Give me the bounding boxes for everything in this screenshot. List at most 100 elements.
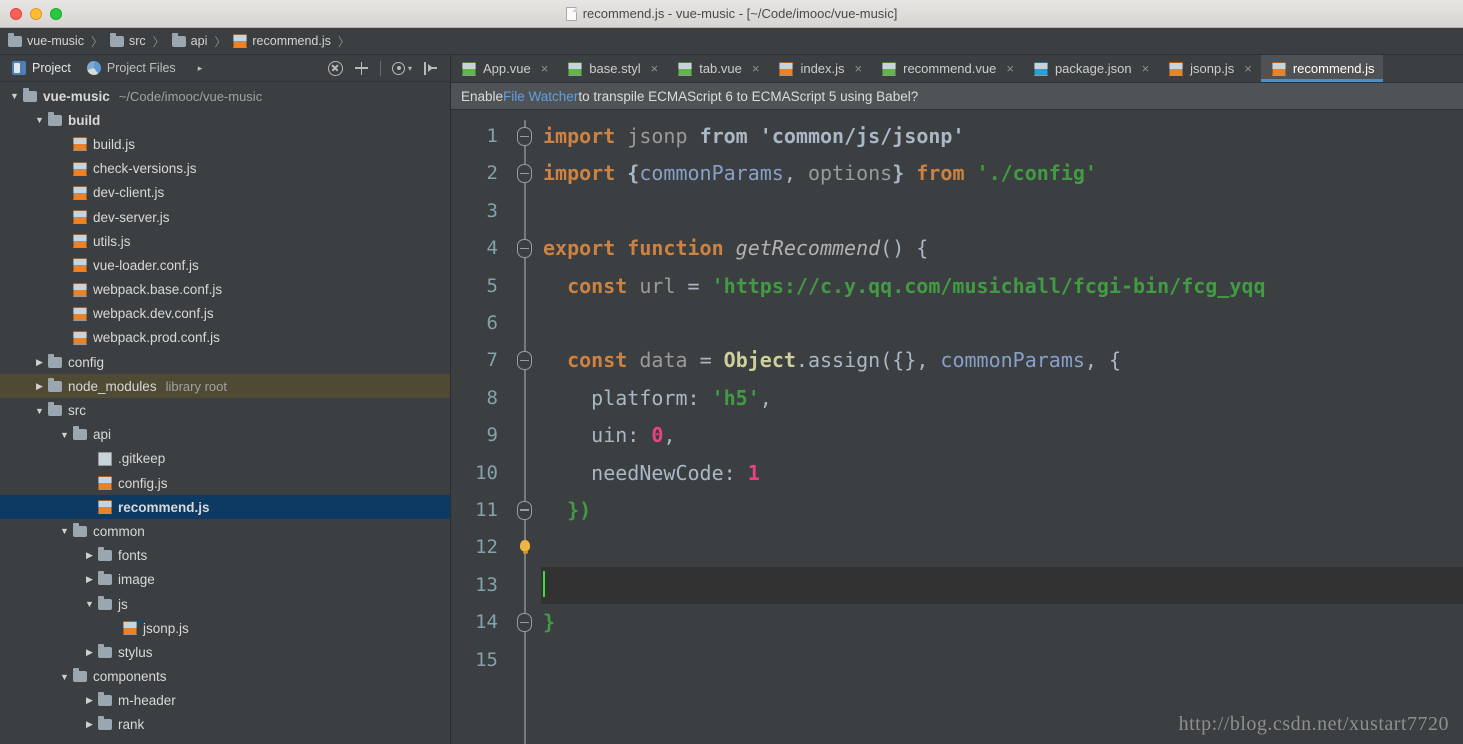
fold-marker-icon[interactable] (517, 613, 532, 633)
tree-row[interactable]: • config.js (0, 471, 450, 495)
close-tab-icon[interactable]: × (651, 61, 659, 76)
tree-row[interactable]: ▶ node_modules library root (0, 374, 450, 399)
twisty-expanded-icon[interactable]: ▼ (33, 406, 46, 416)
code-line[interactable] (541, 566, 1463, 605)
tree-row[interactable]: ▼ components (0, 665, 450, 689)
maximize-window-button[interactable] (50, 7, 62, 20)
minimize-window-button[interactable] (30, 7, 42, 20)
tree-row[interactable]: ▶ stylus (0, 640, 450, 664)
twisty-collapsed-icon[interactable]: ▶ (33, 381, 46, 392)
fold-marker-icon[interactable] (517, 351, 532, 371)
more-tabs-arrow-icon[interactable]: ▸ (188, 63, 213, 74)
tree-row[interactable]: ▼ vue-music ~/Code/imooc/vue-music (0, 84, 450, 108)
twisty-expanded-icon[interactable]: ▼ (33, 115, 46, 125)
tree-row[interactable]: ▼ src (0, 398, 450, 422)
code-editor[interactable]: 1 2 3 4 5 6 7 8 9 10 11 12 13 14 15 import jsonp from … (451, 110, 1463, 744)
breadcrumb-item-src[interactable]: src (109, 32, 146, 48)
tree-row[interactable]: ▼ api (0, 423, 450, 447)
tree-row[interactable]: ▶ image (0, 568, 450, 592)
settings-gear-button[interactable]: ▾ (391, 61, 412, 75)
code-folding-gutter[interactable] (507, 110, 541, 744)
code-line[interactable] (541, 305, 1463, 342)
tree-row[interactable]: ▶ rank (0, 713, 450, 737)
fold-marker-icon[interactable] (517, 164, 532, 184)
code-line[interactable]: import jsonp from 'common/js/jsonp' (541, 118, 1463, 155)
close-tab-icon[interactable]: × (541, 61, 549, 76)
twisty-expanded-icon[interactable]: ▼ (58, 526, 71, 536)
twisty-collapsed-icon[interactable]: ▶ (83, 719, 96, 730)
tree-row[interactable]: • dev-server.js (0, 205, 450, 229)
code-line[interactable] (541, 193, 1463, 230)
tree-row[interactable]: ▶ config (0, 350, 450, 374)
intention-bulb-icon[interactable] (520, 540, 530, 555)
code-line[interactable]: uin: 0, (541, 417, 1463, 454)
tree-row[interactable]: • dev-client.js (0, 181, 450, 205)
editor-tab-bar: App.vue × base.styl × tab.vue × index.js × recom… (451, 55, 1463, 83)
fold-row (507, 529, 541, 566)
tree-row[interactable]: • webpack.prod.conf.js (0, 326, 450, 350)
code-line[interactable]: const url = 'https://c.y.qq.com/musichal… (541, 268, 1463, 305)
editor-tab-app-vue[interactable]: App.vue × (451, 55, 557, 82)
editor-tab-recommend-vue[interactable]: recommend.vue × (871, 55, 1023, 82)
editor-tab-recommend-js[interactable]: recommend.js (1260, 55, 1384, 82)
tree-row[interactable]: • recommend.js (0, 495, 450, 520)
tree-row[interactable]: ▼ common (0, 519, 450, 543)
tree-row[interactable]: • webpack.dev.conf.js (0, 302, 450, 326)
close-tab-icon[interactable]: × (1006, 61, 1014, 76)
code-line[interactable]: import {commonParams, options} from './c… (541, 155, 1463, 192)
twisty-collapsed-icon[interactable]: ▶ (83, 574, 96, 585)
code-line[interactable]: }) (541, 492, 1463, 529)
tree-row[interactable]: • build.js (0, 132, 450, 156)
tree-row-label: m-header (118, 693, 176, 709)
breadcrumb-item-vue-music[interactable]: vue-music (8, 32, 84, 48)
breadcrumb-item-recommend-js[interactable]: recommend.js (233, 34, 331, 48)
twisty-collapsed-icon[interactable]: ▶ (83, 695, 96, 706)
file-watcher-link[interactable]: File Watcher (503, 89, 578, 104)
editor-tab-package-json[interactable]: package.json × (1023, 55, 1158, 82)
tree-row[interactable]: ▶ fonts (0, 544, 450, 568)
twisty-expanded-icon[interactable]: ▼ (58, 430, 71, 440)
breadcrumb-item-api[interactable]: api (171, 32, 207, 48)
twisty-expanded-icon[interactable]: ▼ (8, 91, 21, 101)
editor-tab-jsonp-js[interactable]: jsonp.js × (1158, 55, 1261, 82)
twisty-collapsed-icon[interactable]: ▶ (83, 550, 96, 561)
project-file-tree[interactable]: ▼ vue-music ~/Code/imooc/vue-music ▼ build • b… (0, 82, 450, 744)
tree-row[interactable]: • check-versions.js (0, 157, 450, 181)
twisty-expanded-icon[interactable]: ▼ (58, 672, 71, 682)
hide-panel-icon[interactable] (423, 61, 438, 76)
close-window-button[interactable] (10, 7, 22, 20)
close-tab-icon[interactable]: × (1244, 61, 1252, 76)
close-tab-icon[interactable]: × (1142, 61, 1150, 76)
twisty-collapsed-icon[interactable]: ▶ (33, 357, 46, 368)
code-line[interactable]: const data = Object.assign({}, commonPar… (541, 342, 1463, 379)
tree-row[interactable]: • vue-loader.conf.js (0, 253, 450, 277)
tree-row[interactable]: • webpack.base.conf.js (0, 278, 450, 302)
tree-row[interactable]: • jsonp.js (0, 616, 450, 640)
code-line[interactable]: needNewCode: 1 (541, 455, 1463, 492)
code-line[interactable] (541, 641, 1463, 678)
panel-tab-project[interactable]: Project (8, 55, 83, 82)
code-line[interactable]: } (541, 604, 1463, 641)
fold-marker-icon[interactable] (517, 127, 532, 146)
collapse-all-icon[interactable] (327, 60, 343, 76)
tree-row[interactable]: ▼ js (0, 592, 450, 616)
tree-row[interactable]: ▼ build (0, 108, 450, 132)
tree-row[interactable]: • .gitkeep (0, 447, 450, 471)
editor-tab-index-js[interactable]: index.js × (768, 55, 871, 82)
close-tab-icon[interactable]: × (752, 61, 760, 76)
fold-marker-icon[interactable] (517, 500, 532, 520)
fold-marker-icon[interactable] (517, 239, 532, 259)
tree-row[interactable]: ▶ m-header (0, 689, 450, 713)
code-line[interactable] (541, 529, 1463, 566)
code-content[interactable]: import jsonp from 'common/js/jsonp' impor… (541, 110, 1463, 744)
locate-icon[interactable] (354, 61, 369, 76)
close-tab-icon[interactable]: × (855, 61, 863, 76)
editor-tab-base-styl[interactable]: base.styl × (557, 55, 667, 82)
panel-tab-project-files[interactable]: Project Files (83, 55, 188, 82)
code-line[interactable]: platform: 'h5', (541, 380, 1463, 417)
twisty-expanded-icon[interactable]: ▼ (83, 599, 96, 609)
tree-row[interactable]: • utils.js (0, 229, 450, 253)
twisty-collapsed-icon[interactable]: ▶ (83, 647, 96, 658)
code-line[interactable]: export function getRecommend() { (541, 230, 1463, 267)
editor-tab-tab-vue[interactable]: tab.vue × (667, 55, 768, 82)
